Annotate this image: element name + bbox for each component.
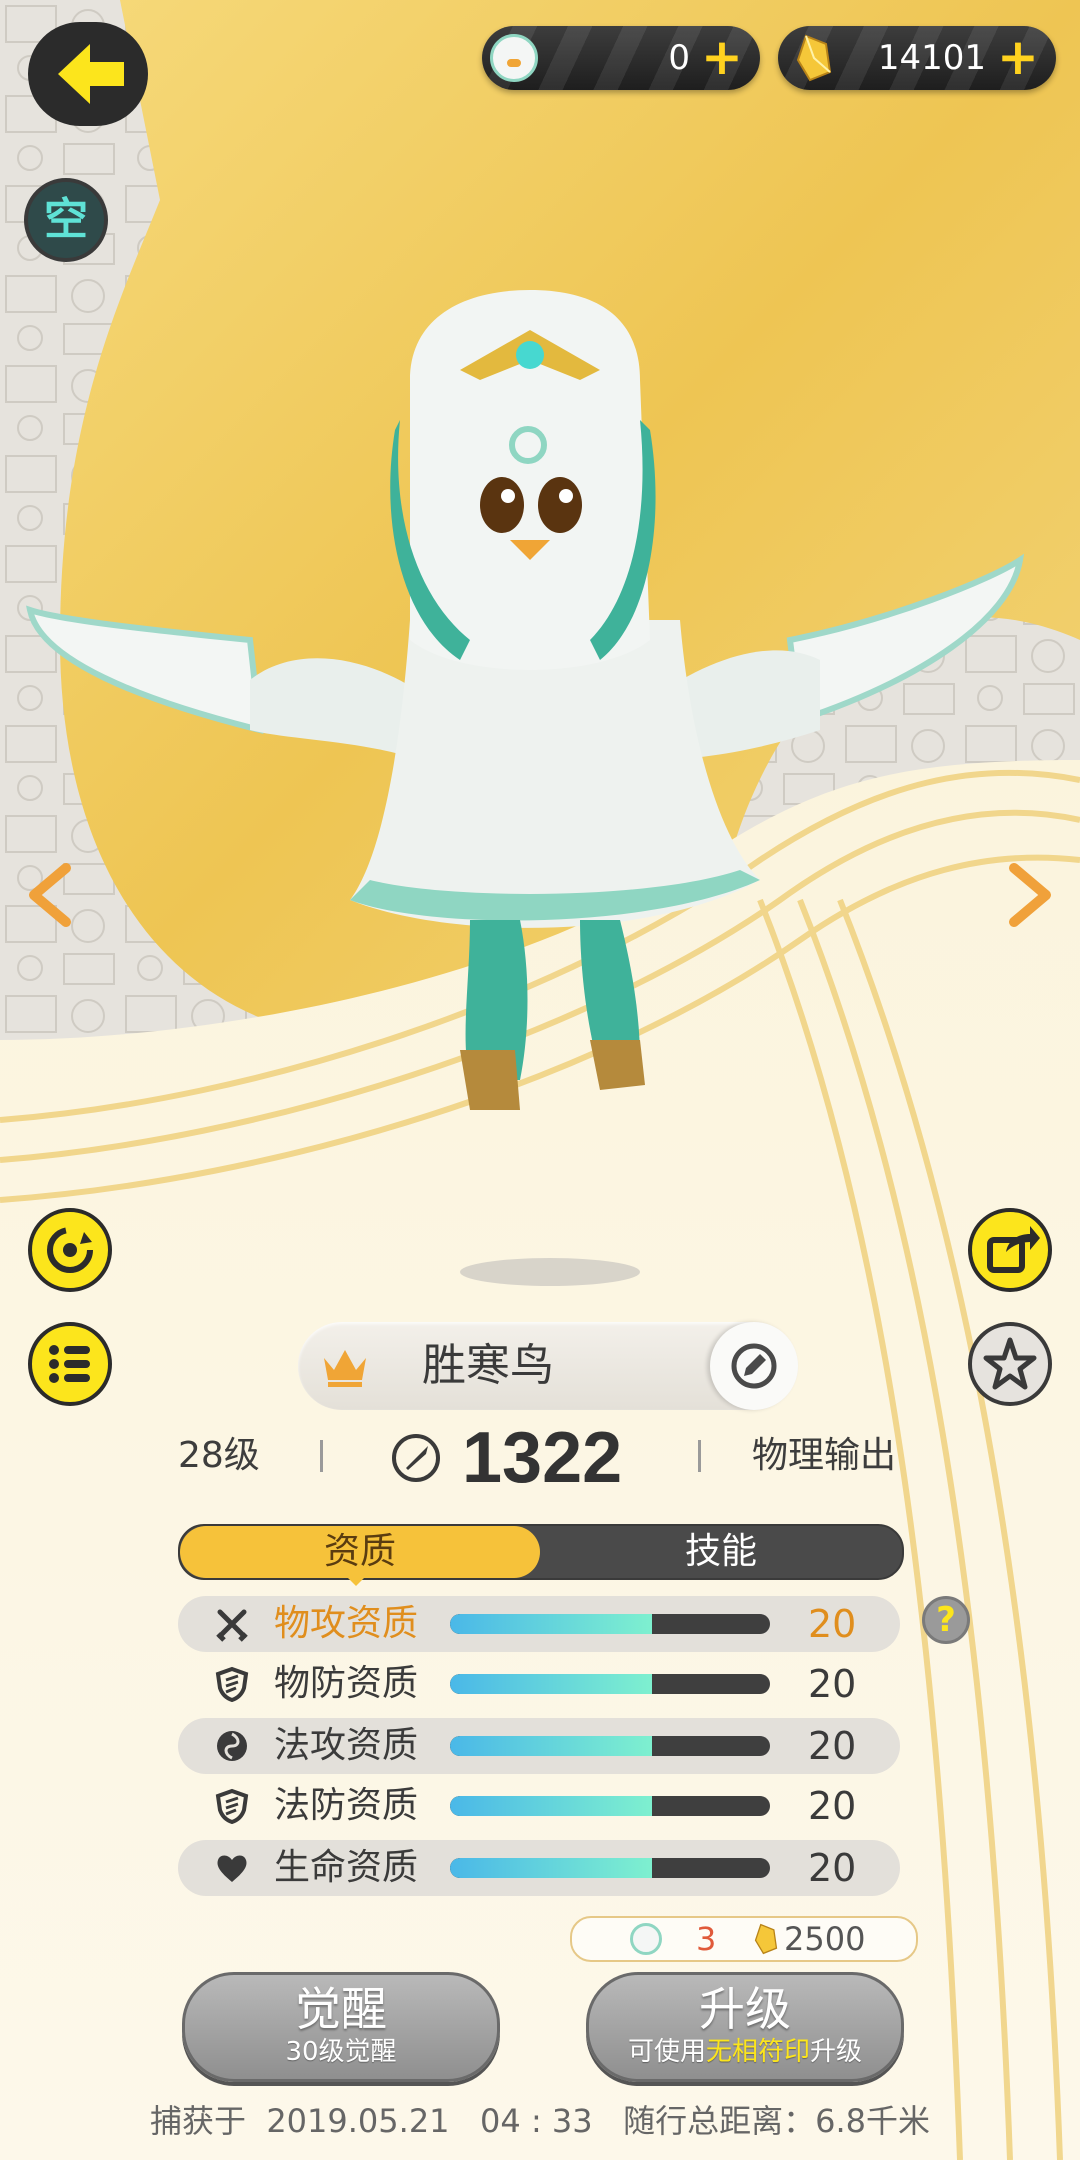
star-icon (983, 1337, 1037, 1390)
pet-token-counter: 0 + (482, 26, 760, 90)
attribute-row: 物攻资质 20 (178, 1596, 900, 1652)
pet-token-count: 0 (668, 38, 690, 78)
info-tabs: 资质 技能 (178, 1524, 904, 1580)
tab-skills[interactable]: 技能 (540, 1526, 902, 1578)
arrow-left-icon (58, 44, 124, 104)
upgrade-cost: 3 2500 (570, 1916, 918, 1962)
awaken-requirement: 30级觉醒 (285, 2037, 397, 2067)
attribute-label: 法防资质 (274, 1785, 419, 1826)
attribute-value: 20 (808, 1602, 857, 1646)
awaken-button[interactable]: 觉醒 30级觉醒 (182, 1972, 500, 2082)
swords-icon (216, 1609, 248, 1642)
help-button[interactable]: ? (922, 1596, 970, 1644)
attribute-row: 物防资质 20 (178, 1656, 900, 1712)
help-icon: ? (936, 1600, 956, 1640)
divider (698, 1440, 701, 1472)
share-button[interactable] (968, 1208, 1052, 1292)
attribute-label: 物攻资质 (274, 1603, 419, 1644)
attribute-row: 生命资质 20 (178, 1840, 900, 1896)
edit-pencil-icon (731, 1343, 777, 1389)
power-sword-icon (392, 1434, 440, 1482)
attribute-bar (450, 1858, 770, 1878)
heart-icon (217, 1855, 247, 1882)
attribute-bar (450, 1736, 770, 1756)
shield-icon (215, 1788, 249, 1824)
attribute-value: 20 (808, 1724, 857, 1768)
attribute-row: 法防资质 20 (178, 1778, 900, 1834)
attribute-value: 20 (808, 1662, 857, 1706)
upgrade-button[interactable]: 升级 可使用无相符印升级 (586, 1972, 904, 2082)
awaken-label: 觉醒 (295, 1982, 387, 2036)
add-pet-token-button[interactable]: + (698, 32, 746, 82)
back-button[interactable] (28, 22, 148, 126)
attribute-label: 物防资质 (274, 1663, 419, 1704)
token-cost: 3 (696, 1920, 717, 1958)
attribute-value: 20 (808, 1784, 857, 1828)
attribute-bar-fill (450, 1674, 652, 1694)
pet-token-icon (490, 34, 538, 82)
attribute-value: 20 (808, 1846, 857, 1890)
background-art (0, 0, 1080, 2160)
upgrade-hint: 可使用无相符印升级 (627, 2037, 863, 2067)
pet-name-bar: 胜寒鸟 (298, 1322, 798, 1410)
crystal-counter: 14101 + (778, 26, 1056, 90)
magic-orb-icon (217, 1731, 247, 1761)
pet-role: 物理输出 (752, 1435, 897, 1476)
element-badge: 空 (24, 178, 108, 262)
capture-info: 捕获于 2019.05.21 04 : 33 随行总距离：6.8千米 (149, 2102, 931, 2140)
share-icon (987, 1226, 1040, 1273)
attribute-label: 生命资质 (274, 1847, 419, 1888)
tab-aptitude[interactable]: 资质 (180, 1526, 540, 1578)
rotate-icon (47, 1227, 93, 1273)
attribute-row: 法攻资质 20 (178, 1718, 900, 1774)
crystal-icon (796, 34, 832, 82)
combat-power: 1322 (462, 1418, 623, 1498)
attribute-bar-fill (450, 1858, 652, 1878)
attribute-label: 法攻资质 (274, 1725, 419, 1766)
add-crystal-button[interactable]: + (994, 32, 1042, 82)
list-icon (49, 1345, 90, 1383)
crystal-icon (754, 1923, 778, 1955)
pet-name: 胜寒鸟 (422, 1340, 554, 1391)
attribute-bar-fill (450, 1614, 652, 1634)
attribute-bar (450, 1674, 770, 1694)
divider (320, 1440, 323, 1472)
pet-level: 28级 (178, 1435, 260, 1476)
next-pet-arrow-icon[interactable] (1004, 862, 1058, 928)
active-tab-pointer (346, 1576, 366, 1586)
attribute-bar (450, 1796, 770, 1816)
attribute-bar (450, 1614, 770, 1634)
menu-list-button[interactable] (28, 1322, 112, 1406)
crystal-cost: 2500 (784, 1920, 866, 1958)
previous-pet-arrow-icon[interactable] (22, 862, 76, 928)
rename-button[interactable] (710, 1322, 798, 1410)
element-badge-label: 空 (44, 194, 88, 245)
shield-icon (215, 1666, 249, 1702)
pet-token-icon (630, 1923, 662, 1955)
attribute-bar-fill (450, 1736, 652, 1756)
swap-pet-button[interactable] (28, 1208, 112, 1292)
upgrade-item-name: 无相符印 (705, 2037, 810, 2067)
favorite-button[interactable] (968, 1322, 1052, 1406)
attribute-bar-fill (450, 1796, 652, 1816)
upgrade-label: 升级 (699, 1982, 791, 2036)
crystal-count: 14101 (877, 38, 986, 78)
